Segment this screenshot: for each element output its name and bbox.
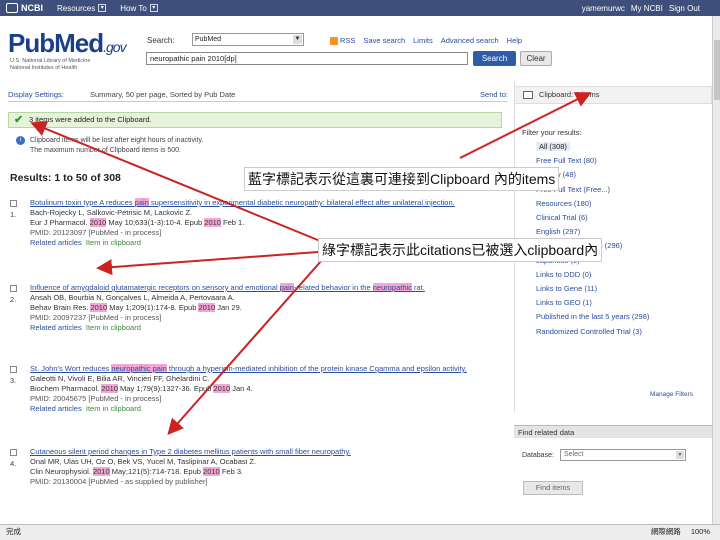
database-label: Database: <box>522 452 554 459</box>
item-in-clipboard-link[interactable]: Item in clipboard <box>86 323 141 332</box>
result-checkbox[interactable] <box>10 285 17 292</box>
find-items-button[interactable]: Find items <box>523 481 583 495</box>
filter-item[interactable]: Resources (180) <box>536 197 649 211</box>
search-links: RSS Save search Limits Advanced search H… <box>330 36 522 45</box>
display-summary: Summary, 50 per page, Sorted by Pub Date <box>90 90 236 99</box>
filter-item[interactable]: Links to DDD (0) <box>536 268 649 282</box>
database-select[interactable]: PubMed ▼ <box>192 33 304 46</box>
check-icon: ✔ <box>14 114 24 126</box>
zone-text: 網際網路 <box>650 527 681 536</box>
rss-icon <box>330 36 338 45</box>
related-articles-link[interactable]: Related articles <box>30 238 82 247</box>
chevron-down-icon: ▾ <box>98 4 107 12</box>
zoom-level[interactable]: 100% <box>691 525 710 539</box>
advanced-search-link[interactable]: Advanced search <box>441 36 499 45</box>
annotation-green: 綠字標記表示此citations已被選入clipboard內 <box>318 238 603 262</box>
search-label: Search: <box>147 36 175 45</box>
results-toolbar: Display Settings: Summary, 50 per page, … <box>8 90 508 102</box>
clipboard-added-message: ✔ 3 items were added to the Clipboard. <box>8 112 502 128</box>
clipboard-link[interactable]: Clipboard: 3 items <box>514 86 712 104</box>
filter-item[interactable]: All (308) <box>536 142 570 151</box>
results-count: Results: 1 to 50 of 308 <box>10 172 121 184</box>
filter-item[interactable]: Randomized Controlled Trial (3) <box>536 325 649 339</box>
filter-item[interactable]: Links to Gene (11) <box>536 282 649 296</box>
manage-filters-link[interactable]: Manage Filters <box>650 391 693 398</box>
result-title-link[interactable]: St. John's Wort reduces neuropathic pain… <box>30 364 510 374</box>
filter-item[interactable]: Published in the last 5 years (298) <box>536 310 649 324</box>
item-in-clipboard-link[interactable]: Item in clipboard <box>86 238 141 247</box>
clipboard-info: Clipboard items will be lost after eight… <box>30 137 204 154</box>
ncbi-logo-icon <box>6 3 18 13</box>
display-settings-link[interactable]: Display Settings: <box>8 90 64 99</box>
result-checkbox[interactable] <box>10 449 17 456</box>
result-item: 4. Cutaneous silent period changes in Ty… <box>10 447 510 487</box>
username: yamemurwc <box>581 3 625 13</box>
status-text: 完成 <box>6 527 21 536</box>
related-database-select[interactable]: Select ▼ <box>560 449 686 461</box>
filter-item[interactable]: Clinical Trial (6) <box>536 211 649 225</box>
result-title-link[interactable]: Botulinum toxin type A reduces pain supe… <box>30 198 510 208</box>
chevron-down-icon: ▾ <box>149 4 158 12</box>
resources-menu[interactable]: Resources ▾ <box>57 4 107 13</box>
save-search-link[interactable]: Save search <box>363 36 405 45</box>
chevron-down-icon: ▼ <box>676 451 684 459</box>
clear-button[interactable]: Clear <box>520 51 552 66</box>
search-input[interactable]: neuropathic pain 2010[dp] <box>146 52 468 65</box>
ncbi-logo[interactable]: NCBI <box>6 3 43 13</box>
scrollbar-thumb[interactable] <box>714 40 720 100</box>
find-related-data-header: Find related data <box>514 425 712 438</box>
result-checkbox[interactable] <box>10 366 17 373</box>
pubmed-logo[interactable]: PubMed.gov <box>8 28 127 59</box>
item-in-clipboard-link[interactable]: Item in clipboard <box>86 404 141 413</box>
search-button[interactable]: Search <box>473 51 516 66</box>
howto-menu[interactable]: How To ▾ <box>120 4 158 13</box>
related-articles-link[interactable]: Related articles <box>30 404 82 413</box>
send-to-link[interactable]: Send to: <box>480 90 508 99</box>
scrollbar[interactable] <box>712 16 720 524</box>
related-articles-link[interactable]: Related articles <box>30 323 82 332</box>
clipboard-icon <box>523 91 533 99</box>
result-item: 2. Influence of amygdaloid glutamatergic… <box>10 283 510 333</box>
result-title-link[interactable]: Cutaneous silent period changes in Type … <box>30 447 510 457</box>
result-title-link[interactable]: Influence of amygdaloid glutamatergic re… <box>30 283 510 293</box>
nlm-credit: U.S. National Library of Medicine Nation… <box>10 58 91 71</box>
browser-status-bar: 完成 網際網路 100% <box>0 524 720 540</box>
help-link[interactable]: Help <box>507 36 522 45</box>
pubmed-header: PubMed.gov U.S. National Library of Medi… <box>0 16 712 76</box>
result-checkbox[interactable] <box>10 200 17 207</box>
limits-link[interactable]: Limits <box>413 36 433 45</box>
filter-item[interactable]: Links to GEO (1) <box>536 296 649 310</box>
rss-link[interactable]: RSS <box>330 36 355 45</box>
chevron-down-icon: ▼ <box>293 35 302 44</box>
info-icon: i <box>16 136 25 145</box>
ncbi-top-bar: NCBI Resources ▾ How To ▾ yamemurwc My N… <box>0 0 720 16</box>
annotation-blue: 藍字標記表示從這裏可連接到Clipboard 內的items <box>244 167 560 191</box>
sign-out-link[interactable]: Sign Out <box>669 4 700 13</box>
arrow-to-clip-item-1 <box>96 251 319 276</box>
my-ncbi-link[interactable]: My NCBI <box>631 4 663 13</box>
filter-title: Filter your results: <box>522 128 582 137</box>
result-item: 3. St. John's Wort reduces neuropathic p… <box>10 364 510 414</box>
